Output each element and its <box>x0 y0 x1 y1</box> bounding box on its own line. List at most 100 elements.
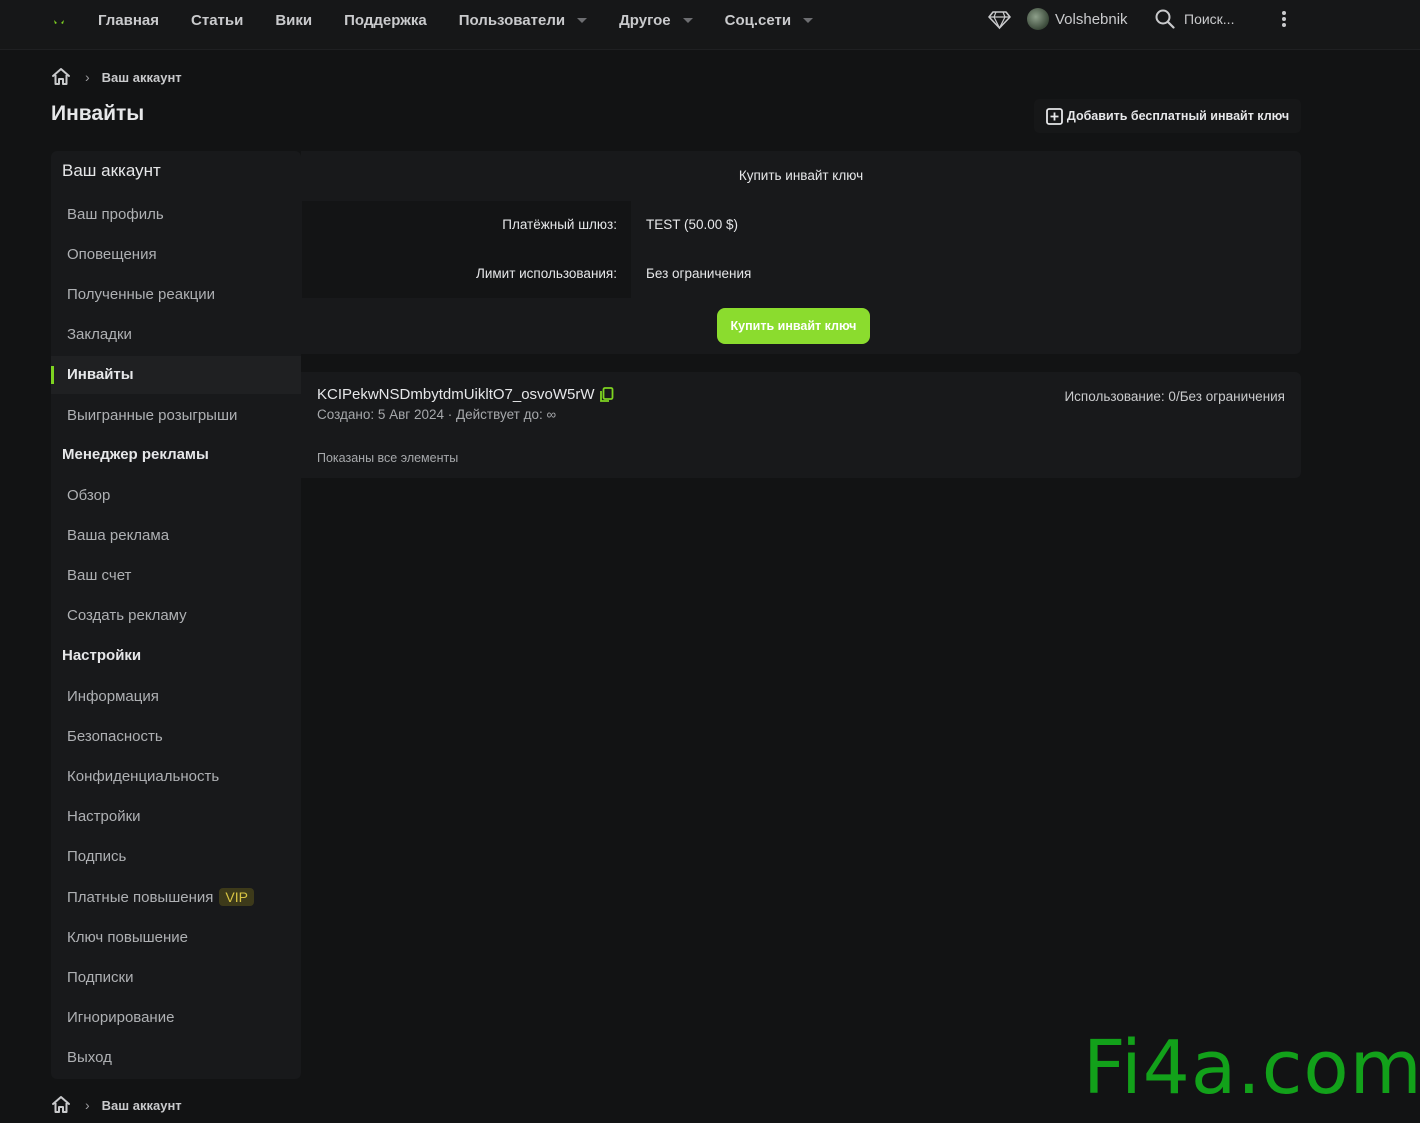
sidebar-item-label: Настройки <box>67 808 141 826</box>
top-navigation: Главная Статьи Вики Поддержка Пользователи Др… <box>0 0 1420 50</box>
gateway-label: Платёжный шлюз: <box>502 217 617 232</box>
invite-key-row: KCIPekwNSDmbytdmUikltO7_osvoW5rW <box>317 386 614 403</box>
sidebar-item-label: Выигранные розыгрыши <box>67 406 238 424</box>
caret-down-icon <box>682 17 693 23</box>
sidebar-item-label: Игнорирование <box>67 1009 175 1027</box>
sidebar-item-label: Закладки <box>67 326 132 344</box>
nav-item-label: Пользователи <box>458 11 566 29</box>
site-logo-icon[interactable] <box>47 12 71 30</box>
sidebar-item-label: Ваш счет <box>67 566 132 584</box>
add-free-invite-button[interactable]: Добавить бесплатный инвайт ключ <box>1034 99 1301 133</box>
sidebar-item-label: Инвайты <box>67 366 134 384</box>
watermark: Fi4a.com <box>1083 1025 1420 1111</box>
sidebar-item-account_items-0[interactable]: Ваш профиль <box>51 195 301 233</box>
buy-invite-title: Купить инвайт ключ <box>738 168 864 183</box>
sidebar-section-settings: Настройки <box>62 647 142 664</box>
nav-menu: Главная Статьи Вики Поддержка Пользователи Др… <box>82 0 829 40</box>
username: Volshebnik <box>1055 10 1128 28</box>
nav-item-label: Вики <box>275 11 313 29</box>
sidebar-item-ads_items-3[interactable]: Создать рекламу <box>51 597 301 635</box>
sidebar-item-settings_items-9[interactable]: Выход <box>51 1039 301 1077</box>
copy-icon[interactable] <box>599 386 614 403</box>
sidebar-item-account_items-4[interactable]: Инвайты <box>51 355 301 394</box>
invite-key[interactable]: KCIPekwNSDmbytdmUikltO7_osvoW5rW <box>317 386 595 403</box>
sidebar-item-label: Полученные реакции <box>67 285 216 303</box>
search-icon <box>1155 9 1175 29</box>
nav-item-1[interactable]: Статьи <box>175 0 259 40</box>
chevron-right-icon: › <box>85 1097 90 1113</box>
sidebar-item-label: Обзор <box>67 486 111 504</box>
more-menu-icon[interactable] <box>1280 11 1288 29</box>
sidebar-item-label: Оповещения <box>67 245 157 263</box>
nav-item-label: Статьи <box>191 11 244 29</box>
caret-down-icon <box>803 17 814 23</box>
sidebar-item-settings_items-2[interactable]: Конфиденциальность <box>51 757 301 795</box>
breadcrumb-bottom: › Ваш аккаунт <box>51 1095 182 1115</box>
search-label: Поиск... <box>1184 11 1235 27</box>
limit-label: Лимит использования: <box>475 266 617 281</box>
sidebar-item-settings_items-7[interactable]: Подписки <box>51 958 301 996</box>
sidebar-item-label: Безопасность <box>67 727 163 745</box>
sidebar-item-settings_items-4[interactable]: Подпись <box>51 838 301 876</box>
home-icon[interactable] <box>51 67 71 87</box>
nav-item-2[interactable]: Вики <box>259 0 328 40</box>
nav-item-5[interactable]: Другое <box>603 0 709 40</box>
invite-meta: Создано: 5 Авг 2024 · Действует до: ∞ <box>317 407 557 422</box>
sidebar-item-settings_items-5[interactable]: Платные повышения VIP <box>51 878 301 916</box>
gateway-value[interactable]: TEST (50.00 $) <box>646 217 738 232</box>
sidebar-item-account_items-5[interactable]: Выигранные розыгрыши <box>51 396 301 434</box>
nav-item-0[interactable]: Главная <box>82 0 175 40</box>
caret-down-icon <box>577 17 588 23</box>
diamond-icon[interactable] <box>988 10 1011 30</box>
avatar <box>1027 8 1049 30</box>
chevron-right-icon: › <box>85 69 90 85</box>
nav-item-label: Поддержка <box>344 11 427 29</box>
sidebar-item-settings_items-8[interactable]: Игнорирование <box>51 999 301 1037</box>
sidebar-header: Ваш аккаунт <box>62 161 161 180</box>
sidebar-item-label: Ваш профиль <box>67 205 164 223</box>
sidebar-item-label: Информация <box>67 687 159 705</box>
sidebar-item-settings_items-3[interactable]: Настройки <box>51 798 301 836</box>
sidebar-item-label: Платные повышения <box>67 888 214 906</box>
sidebar-item-label: Ваша реклама <box>67 526 170 544</box>
buy-invite-panel: Купить инвайт ключ Платёжный шлюз: Лимит… <box>301 151 1301 354</box>
account-sidebar: Ваш аккаунт Ваш профиль Оповещения Получен… <box>51 151 301 1079</box>
sidebar-item-label: Конфиденциальность <box>67 767 220 785</box>
sidebar-item-ads_items-0[interactable]: Обзор <box>51 476 301 514</box>
sidebar-item-account_items-1[interactable]: Оповещения <box>51 235 301 273</box>
sidebar-item-ads_items-1[interactable]: Ваша реклама <box>51 516 301 554</box>
breadcrumb-link-account[interactable]: Ваш аккаунт <box>102 70 182 85</box>
vip-badge: VIP <box>219 888 254 906</box>
sidebar-item-label: Подписки <box>67 968 134 986</box>
invite-list: KCIPekwNSDmbytdmUikltO7_osvoW5rW Создано… <box>301 372 1301 478</box>
sidebar-item-ads_items-2[interactable]: Ваш счет <box>51 556 301 594</box>
page-title: Инвайты <box>51 102 145 125</box>
plus-square-icon <box>1045 107 1063 125</box>
nav-item-label: Другое <box>619 11 671 29</box>
nav-item-label: Главная <box>98 11 160 29</box>
sidebar-item-account_items-3[interactable]: Закладки <box>51 316 301 354</box>
invite-usage: Использование: 0/Без ограничения <box>1064 389 1285 404</box>
search-button[interactable]: Поиск... <box>1155 9 1234 29</box>
nav-item-3[interactable]: Поддержка <box>328 0 443 40</box>
sidebar-item-settings_items-6[interactable]: Ключ повышение <box>51 918 301 956</box>
sidebar-item-label: Выход <box>67 1049 112 1067</box>
buy-labels-column: Платёжный шлюз: Лимит использования: <box>302 201 631 298</box>
sidebar-section-ads: Менеджер рекламы <box>62 446 209 463</box>
breadcrumb-link-account[interactable]: Ваш аккаунт <box>102 1098 182 1113</box>
user-menu[interactable]: Volshebnik <box>1027 8 1128 30</box>
buy-invite-button[interactable]: Купить инвайт ключ <box>717 308 870 344</box>
sidebar-item-settings_items-1[interactable]: Безопасность <box>51 717 301 755</box>
sidebar-item-account_items-2[interactable]: Полученные реакции <box>51 275 301 313</box>
sidebar-item-label: Ключ повышение <box>67 928 188 946</box>
limit-value: Без ограничения <box>646 266 752 281</box>
sidebar-item-label: Подпись <box>67 848 127 866</box>
home-icon[interactable] <box>51 1095 71 1115</box>
sidebar-item-label: Создать рекламу <box>67 607 187 625</box>
add-free-invite-label: Добавить бесплатный инвайт ключ <box>1066 109 1290 123</box>
nav-item-label: Соц.сети <box>724 11 792 29</box>
nav-item-4[interactable]: Пользователи <box>443 0 603 40</box>
nav-item-6[interactable]: Соц.сети <box>709 0 829 40</box>
sidebar-item-settings_items-0[interactable]: Информация <box>51 677 301 715</box>
list-footer: Показаны все элементы <box>317 451 459 465</box>
